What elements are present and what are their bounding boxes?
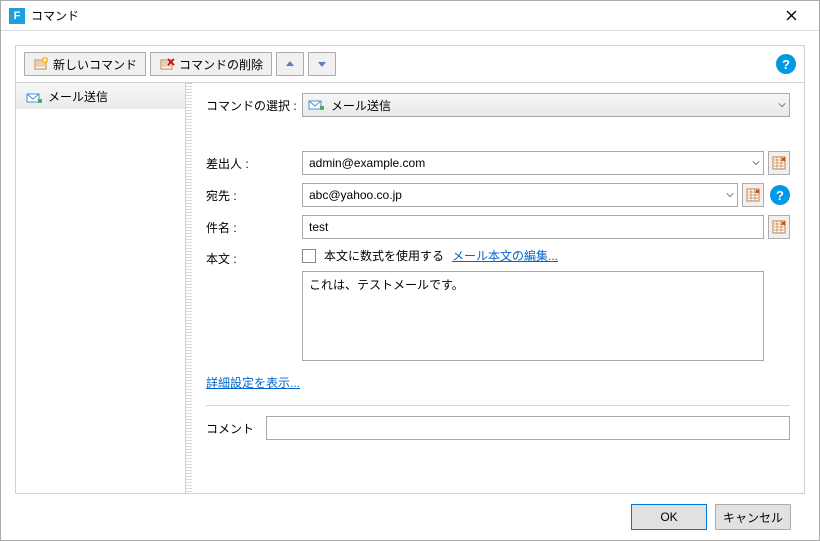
to-formula-button[interactable] [742, 183, 764, 207]
formula-icon [746, 188, 760, 202]
command-select-row: コマンドの選択 : [206, 93, 790, 117]
command-select-label: コマンドの選択 : [206, 97, 302, 114]
arrow-down-icon [317, 59, 327, 69]
subject-input[interactable] [302, 215, 764, 239]
new-command-button[interactable]: 新しいコマンド [24, 52, 146, 76]
dialog-window: F コマンド 新しいコマンド コマンドの削除 [0, 0, 820, 541]
formula-icon [772, 220, 786, 234]
from-input[interactable] [302, 151, 764, 175]
command-select-wrap [302, 93, 790, 117]
inner-panel: 新しいコマンド コマンドの削除 ? [15, 45, 805, 494]
from-wrap [302, 151, 764, 175]
subject-formula-button[interactable] [768, 215, 790, 239]
to-wrap [302, 183, 738, 207]
help-icon: ? [776, 188, 784, 203]
advanced-link[interactable]: 詳細設定を表示... [206, 376, 300, 390]
mail-send-combo-icon [308, 97, 324, 113]
command-select[interactable] [302, 93, 790, 117]
app-icon: F [9, 8, 25, 24]
advanced-row: 詳細設定を表示... [206, 374, 790, 391]
body-row: 本文 : 本文に数式を使用する メール本文の編集... [206, 247, 790, 267]
window-title: コマンド [31, 7, 79, 24]
help-icon: ? [782, 57, 790, 72]
formula-icon [772, 156, 786, 170]
comment-input[interactable] [266, 416, 790, 440]
to-input[interactable] [302, 183, 738, 207]
sidebar-item-mail-send[interactable]: メール送信 [16, 83, 185, 109]
close-icon [786, 10, 797, 21]
titlebar: F コマンド [1, 1, 819, 31]
body-textarea[interactable] [302, 271, 764, 361]
close-button[interactable] [771, 2, 811, 30]
separator [206, 405, 790, 406]
content-area: 新しいコマンド コマンドの削除 ? [1, 31, 819, 540]
body-controls: 本文に数式を使用する メール本文の編集... [302, 247, 558, 264]
help-button[interactable]: ? [776, 54, 796, 74]
footer: OK キャンセル [15, 494, 805, 530]
new-command-label: 新しいコマンド [53, 56, 137, 73]
delete-command-label: コマンドの削除 [179, 56, 263, 73]
from-row: 差出人 : [206, 151, 790, 175]
sidebar: メール送信 [16, 83, 186, 493]
move-down-button[interactable] [308, 52, 336, 76]
delete-command-button[interactable]: コマンドの削除 [150, 52, 272, 76]
ok-button[interactable]: OK [631, 504, 707, 530]
main-panel: コマンドの選択 : 差出人 [192, 83, 804, 493]
edit-body-link[interactable]: メール本文の編集... [452, 247, 558, 264]
mail-send-icon [26, 90, 42, 102]
use-formula-label: 本文に数式を使用する [324, 247, 444, 264]
subject-label: 件名 : [206, 219, 302, 236]
to-help-button[interactable]: ? [770, 185, 790, 205]
cancel-button[interactable]: キャンセル [715, 504, 791, 530]
to-label: 宛先 : [206, 187, 302, 204]
fields-block: 差出人 : 宛先 : [206, 151, 790, 440]
comment-label: コメント [206, 420, 266, 437]
comment-row: コメント [206, 416, 790, 440]
toolbar: 新しいコマンド コマンドの削除 ? [16, 46, 804, 82]
to-row: 宛先 : ? [206, 183, 790, 207]
body-label: 本文 : [206, 247, 302, 267]
body-split: メール送信 コマンドの選択 : [16, 82, 804, 493]
titlebar-left: F コマンド [9, 7, 79, 24]
from-label: 差出人 : [206, 155, 302, 172]
move-up-button[interactable] [276, 52, 304, 76]
sidebar-item-label: メール送信 [48, 88, 108, 105]
delete-command-icon [159, 56, 175, 72]
subject-row: 件名 : [206, 215, 790, 239]
subject-wrap [302, 215, 764, 239]
use-formula-checkbox[interactable] [302, 249, 316, 263]
from-formula-button[interactable] [768, 151, 790, 175]
arrow-up-icon [285, 59, 295, 69]
new-command-icon [33, 56, 49, 72]
